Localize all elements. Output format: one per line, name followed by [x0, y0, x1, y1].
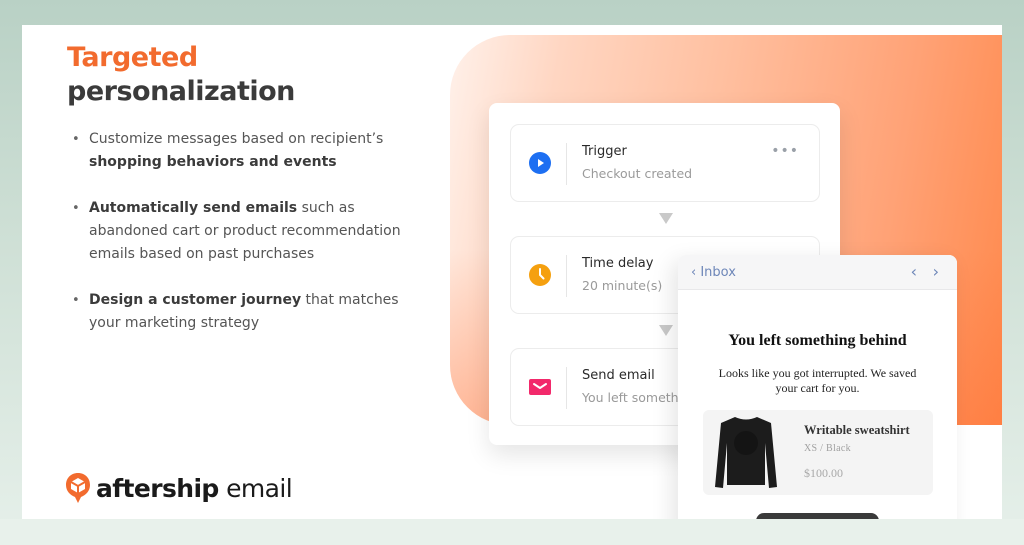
- clock-icon: [529, 264, 551, 286]
- step-title: Send email: [582, 368, 655, 383]
- headline: Targeted personalization: [67, 41, 295, 109]
- headline-accent: Targeted: [67, 42, 198, 73]
- email-preview-panel: ‹ Inbox ‹ › You left something behind Lo…: [678, 255, 957, 519]
- step-title: Trigger: [582, 144, 627, 159]
- chevron-right-icon[interactable]: ›: [933, 262, 939, 281]
- bottom-strip: [0, 519, 1024, 545]
- logo-wordmark: aftership email: [96, 473, 293, 503]
- email-preview-header: ‹ Inbox ‹ ›: [678, 255, 957, 290]
- more-options-icon[interactable]: •••: [771, 143, 799, 159]
- play-circle-icon: [529, 152, 551, 174]
- aftership-email-logo: aftership email: [65, 472, 293, 504]
- step-title: Time delay: [582, 256, 654, 271]
- step-subtitle: Checkout created: [582, 166, 693, 181]
- feature-item: Automatically send emails such as abando…: [72, 197, 412, 266]
- flow-arrow-icon: [659, 213, 673, 224]
- email-title: You left something behind: [728, 332, 907, 349]
- slide-frame: Targeted personalization Customize messa…: [22, 25, 1002, 519]
- product-variant: XS / Black: [804, 443, 851, 454]
- sweatshirt-image: [715, 417, 777, 488]
- feature-list: Customize messages based on recipient’s …: [72, 128, 412, 358]
- feature-item: Design a customer journey that matches y…: [72, 289, 412, 335]
- step-divider: [566, 367, 567, 409]
- envelope-icon: [529, 379, 551, 395]
- step-divider: [566, 255, 567, 297]
- aftership-box-pin-icon: [66, 473, 90, 503]
- headline-main: personalization: [67, 76, 295, 107]
- step-subtitle: 20 minute(s): [582, 278, 663, 293]
- email-body-text: Looks like you got interrupted. We saved…: [718, 366, 917, 395]
- step-divider: [566, 143, 567, 185]
- flow-arrow-icon: [659, 325, 673, 336]
- product-name: Writable sweatshirt: [804, 423, 910, 437]
- product-card[interactable]: Writable sweatshirt XS / Black $100.00: [703, 410, 933, 495]
- feature-item: Customize messages based on recipient’s …: [72, 128, 412, 174]
- checkout-button[interactable]: [756, 513, 879, 519]
- flow-step-trigger[interactable]: Trigger Checkout created •••: [510, 124, 820, 202]
- inbox-back-link[interactable]: ‹ Inbox: [691, 265, 736, 280]
- product-price: $100.00: [804, 466, 843, 480]
- chevron-left-icon[interactable]: ‹: [911, 262, 917, 281]
